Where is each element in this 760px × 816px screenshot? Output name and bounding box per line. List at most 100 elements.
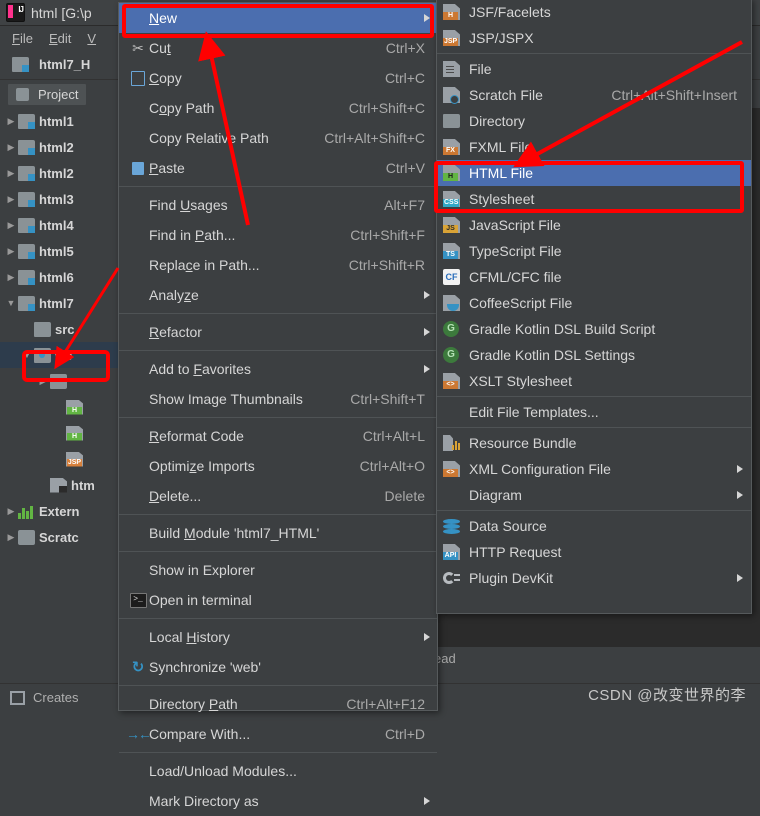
tree-expander-collapsed[interactable]: ▶ [4,220,18,231]
submenu-item-jsf-facelets[interactable]: H JSF/Facelets [437,0,751,25]
tree-expander-collapsed[interactable]: ▶ [4,194,18,205]
menu-item-find-in-path[interactable]: Find in Path... Ctrl+Shift+F [119,220,437,250]
submenu-item-edit-file-templates[interactable]: Edit File Templates... [437,399,751,425]
menu-item-replace-in-path[interactable]: Replace in Path... Ctrl+Shift+R [119,250,437,280]
tree-row[interactable]: ▼ we [0,342,120,368]
submenu-item-directory[interactable]: Directory [437,108,751,134]
menu-item-cut[interactable]: ✂ Cut Ctrl+X [119,33,437,63]
tree-row[interactable]: ▶ [0,368,120,394]
tree-expander-collapsed[interactable]: ▶ [4,116,18,127]
submenu-separator [437,427,751,428]
submenu-item-label: HTTP Request [469,544,562,560]
file-icon: CSS [443,191,460,207]
submenu-item-typescript-file[interactable]: TS TypeScript File [437,238,751,264]
file-icon: <> [443,461,460,477]
menu-item-label: Build Module 'html7_HTML' [149,525,320,541]
menu-item-accelerator: Ctrl+V [385,160,425,176]
tree-expander-collapsed[interactable]: ▶ [4,532,18,543]
submenu-item-diagram[interactable]: Diagram [437,482,751,508]
tree-row[interactable]: ▶htm [0,472,120,498]
submenu-item-scratch-file[interactable]: Scratch File Ctrl+Alt+Shift+Insert [437,82,751,108]
file-icon: TS [443,243,469,259]
menu-item-mark-directory-as[interactable]: Mark Directory as [119,786,437,816]
submenu-item-file[interactable]: File [437,56,751,82]
menu-item-compare-with[interactable]: →← Compare With... Ctrl+D [119,719,437,749]
submenu-item-coffeescript-file[interactable]: CoffeeScript File [437,290,751,316]
menu-item-copy-path[interactable]: Copy Path Ctrl+Shift+C [119,93,437,123]
submenu-item-cfml-cfc-file[interactable]: CF CFML/CFC file [437,264,751,290]
menubar-item-view[interactable]: V [87,31,96,46]
submenu-item-label: Stylesheet [469,191,535,207]
menu-item-directory-path[interactable]: Directory Path Ctrl+Alt+F12 [119,689,437,719]
tree-expander-collapsed[interactable]: ▶ [4,246,18,257]
menu-item-delete[interactable]: Delete... Delete [119,481,437,511]
tree-row[interactable]: ▶ Extern [0,498,120,524]
menubar-item-file[interactable]: File [12,31,33,46]
submenu-item-data-source[interactable]: Data Source [437,513,751,539]
plain-file-icon [443,61,460,77]
tree-row[interactable]: ▶ Scratc [0,524,120,550]
menu-item-optimize-imports[interactable]: Optimize Imports Ctrl+Alt+O [119,451,437,481]
project-tree[interactable]: ▶ html1 ▶ html2 ▶ html2 ▶ html3 ▶ html4 ▶ html5 ▶ htm… [0,108,120,669]
plugin-devkit-icon [443,571,469,586]
submenu-item-plugin-devkit[interactable]: Plugin DevKit [437,565,751,591]
menu-item-copy-relative-path[interactable]: Copy Relative Path Ctrl+Alt+Shift+C [119,123,437,153]
tree-expander-expanded[interactable]: ▼ [4,298,18,308]
context-menu[interactable]: New ✂ Cut Ctrl+X Copy Ctrl+C Copy Path Ctrl+Shi… [118,2,438,809]
tree-row[interactable]: ▶ html3 [0,186,120,212]
tree-expander-collapsed[interactable]: ▶ [4,168,18,179]
tree-expander-collapsed[interactable]: ▶ [36,376,50,387]
menu-item-paste[interactable]: Paste Ctrl+V [119,153,437,183]
tree-row[interactable]: ▶ html5 [0,238,120,264]
tree-row[interactable]: ▶JSP [0,446,120,472]
tree-expander-collapsed[interactable]: ▶ [4,272,18,283]
tree-row[interactable]: ▶ html1 [0,108,120,134]
menu-item-local-history[interactable]: Local History [119,622,437,652]
menu-item-synchronize-web[interactable]: ↻ Synchronize 'web' [119,652,437,682]
submenu-item-label: Gradle Kotlin DSL Build Script [469,321,656,337]
tree-row[interactable]: ▶ html2 [0,160,120,186]
menubar-item-edit[interactable]: Edit [49,31,71,46]
submenu-item-gradle-kotlin-dsl-settings[interactable]: G Gradle Kotlin DSL Settings [437,342,751,368]
folder-icon [50,373,67,389]
menu-item-show-image-thumbnails[interactable]: Show Image Thumbnails Ctrl+Shift+T [119,384,437,414]
tree-expander-collapsed[interactable]: ▶ [4,506,18,517]
menu-item-analyze[interactable]: Analyze [119,280,437,310]
submenu-item-xml-configuration-file[interactable]: <> XML Configuration File [437,456,751,482]
menu-item-new[interactable]: New [119,3,437,33]
submenu-item-gradle-kotlin-dsl-build-script[interactable]: G Gradle Kotlin DSL Build Script [437,316,751,342]
tree-row[interactable]: ▶src [0,316,120,342]
tree-row[interactable]: ▶H [0,420,120,446]
tree-row[interactable]: ▶ html4 [0,212,120,238]
menu-item-reformat-code[interactable]: Reformat Code Ctrl+Alt+L [119,421,437,451]
tab-project[interactable]: Project [8,83,87,105]
submenu-item-fxml-file[interactable]: FX FXML File [437,134,751,160]
tree-expander-collapsed[interactable]: ▶ [4,142,18,153]
menu-item-load-unload-modules[interactable]: Load/Unload Modules... [119,756,437,786]
tree-expander-expanded[interactable]: ▼ [20,350,34,360]
status-bar-text: Creates [33,690,79,705]
menu-item-refactor[interactable]: Refactor [119,317,437,347]
tree-row[interactable]: ▶ html2 [0,134,120,160]
menu-item-accelerator: Alt+F7 [384,197,425,213]
submenu-item-html-file[interactable]: H HTML File [437,160,751,186]
submenu-item-javascript-file[interactable]: JS JavaScript File [437,212,751,238]
tree-row[interactable]: ▶H [0,394,120,420]
submenu-item-label: CFML/CFC file [469,269,562,285]
tree-row[interactable]: ▼ html7 [0,290,120,316]
submenu-item-resource-bundle[interactable]: Resource Bundle [437,430,751,456]
submenu-item-stylesheet[interactable]: CSS Stylesheet [437,186,751,212]
tree-row[interactable]: ▶ html6 [0,264,120,290]
submenu-item-xslt-stylesheet[interactable]: <> XSLT Stylesheet [437,368,751,394]
bundle-bars [452,439,460,450]
menu-item-copy[interactable]: Copy Ctrl+C [119,63,437,93]
new-file-submenu[interactable]: H JSF/Facelets JSP JSP/JSPX File Scratch File… [436,0,752,614]
menu-item-show-in-explorer[interactable]: Show in Explorer [119,555,437,585]
submenu-item-jsp-jspx[interactable]: JSP JSP/JSPX [437,25,751,51]
menu-item-add-to-favorites[interactable]: Add to Favorites [119,354,437,384]
chevron-right-icon [424,328,430,336]
menu-item-build-module-html7-html[interactable]: Build Module 'html7_HTML' [119,518,437,548]
menu-item-find-usages[interactable]: Find Usages Alt+F7 [119,190,437,220]
submenu-item-http-request[interactable]: API HTTP Request [437,539,751,565]
menu-item-open-in-terminal[interactable]: >_ Open in terminal [119,585,437,615]
